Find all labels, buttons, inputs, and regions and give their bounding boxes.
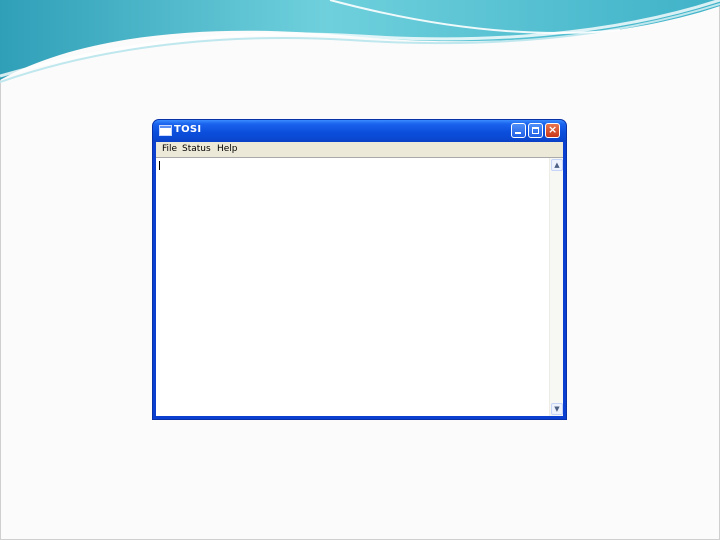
menu-status[interactable]: Status	[182, 144, 211, 154]
title-bar[interactable]: TOSI ×	[153, 120, 566, 142]
maximize-icon	[532, 127, 539, 134]
app-window: TOSI × File Status Help ▲ ▼	[153, 120, 566, 419]
menu-file[interactable]: File	[162, 144, 177, 154]
maximize-button[interactable]	[528, 123, 543, 138]
chevron-up-icon: ▲	[554, 161, 560, 169]
vertical-scrollbar[interactable]: ▲ ▼	[549, 158, 563, 416]
chevron-down-icon: ▼	[554, 405, 560, 413]
window-title: TOSI	[174, 124, 202, 135]
close-button[interactable]: ×	[545, 123, 560, 138]
minimize-icon	[515, 132, 521, 134]
menu-help[interactable]: Help	[217, 144, 238, 154]
scroll-up-button[interactable]: ▲	[551, 159, 563, 171]
notepad-window-icon	[159, 125, 172, 136]
scroll-down-button[interactable]: ▼	[551, 403, 563, 415]
decorative-swoosh	[0, 0, 720, 83]
close-icon: ×	[548, 123, 558, 136]
text-editor-area[interactable]: ▲ ▼	[156, 157, 563, 416]
text-caret	[159, 161, 160, 170]
menu-bar: File Status Help	[156, 142, 563, 157]
minimize-button[interactable]	[511, 123, 526, 138]
